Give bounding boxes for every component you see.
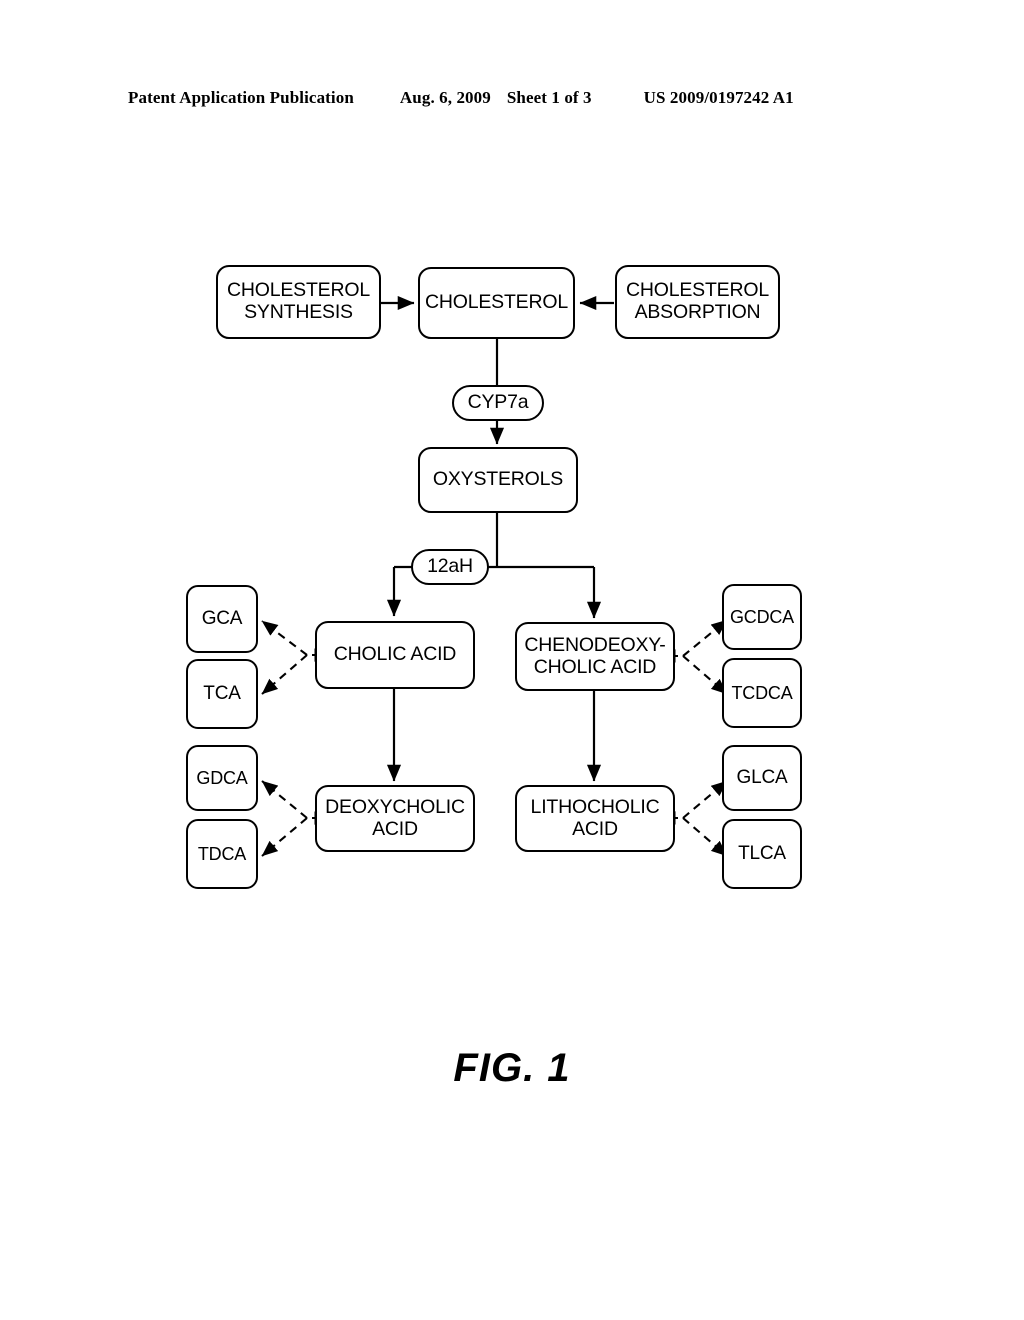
node-12ah-label: 12aH xyxy=(427,555,473,578)
node-cyp7a-label: CYP7a xyxy=(467,391,529,414)
figure-1-diagram: CHOLESTEROL SYNTHESIS CHOLESTEROL CHOLES… xyxy=(0,0,1024,1320)
node-chenodeoxycholic-acid[interactable]: CHENODEOXY- CHOLIC ACID xyxy=(515,622,675,691)
node-lithocholic-acid[interactable]: LITHOCHOLIC ACID xyxy=(515,785,675,852)
node-cyp7a[interactable]: CYP7a xyxy=(452,385,544,421)
diagram-edge-layer xyxy=(261,295,728,857)
node-deoxycholic-acid[interactable]: DEOXYCHOLIC ACID xyxy=(315,785,475,852)
edge-lithocholic-to-tlca xyxy=(682,817,728,857)
node-tlca[interactable]: TLCA xyxy=(722,819,802,889)
edge-deoxycholic-to-gdca xyxy=(261,780,308,819)
node-cholesterol-absorption[interactable]: CHOLESTEROL ABSORPTION xyxy=(615,265,780,339)
edge-chenodeoxycholic-to-tcdca xyxy=(682,655,728,695)
node-oxysterols-label: OXYSTEROLS xyxy=(432,468,564,491)
node-cholesterol-absorption-label: CHOLESTEROL ABSORPTION xyxy=(625,279,769,323)
node-tdca[interactable]: TDCA xyxy=(186,819,258,889)
node-tlca-label: TLCA xyxy=(738,843,786,865)
node-lithocholic-acid-label: LITHOCHOLIC ACID xyxy=(530,795,660,840)
node-tdca-label: TDCA xyxy=(197,843,247,864)
edge-cholic-to-tca xyxy=(261,654,308,695)
node-glca[interactable]: GLCA xyxy=(722,745,802,811)
node-tcdca[interactable]: TCDCA xyxy=(722,658,802,728)
node-tca-label: TCA xyxy=(203,683,241,705)
node-cholesterol-synthesis-label: CHOLESTEROL SYNTHESIS xyxy=(226,279,370,323)
node-chenodeoxycholic-acid-label: CHENODEOXY- CHOLIC ACID xyxy=(524,633,666,678)
node-tcdca-label: TCDCA xyxy=(731,682,793,703)
edge-chenodeoxycholic-to-gcdca xyxy=(682,619,728,657)
node-gdca-label: GDCA xyxy=(196,767,248,788)
node-12ah[interactable]: 12aH xyxy=(411,549,489,585)
node-cholesterol-synthesis[interactable]: CHOLESTEROL SYNTHESIS xyxy=(216,265,381,339)
node-tca[interactable]: TCA xyxy=(186,659,258,729)
node-cholic-acid-label: CHOLIC ACID xyxy=(333,643,457,666)
node-gca-label: GCA xyxy=(201,608,243,630)
node-gca[interactable]: GCA xyxy=(186,585,258,653)
edge-lithocholic-to-glca xyxy=(682,780,728,819)
node-cholic-acid[interactable]: CHOLIC ACID xyxy=(315,621,475,689)
node-gdca[interactable]: GDCA xyxy=(186,745,258,811)
node-cholesterol[interactable]: CHOLESTEROL xyxy=(418,267,575,339)
node-cholesterol-label: CHOLESTEROL xyxy=(424,291,568,314)
node-oxysterols[interactable]: OXYSTEROLS xyxy=(418,447,578,513)
figure-caption: FIG. 1 xyxy=(453,1046,571,1090)
node-gcdca-label: GCDCA xyxy=(729,606,794,627)
node-deoxycholic-acid-label: DEOXYCHOLIC ACID xyxy=(325,795,465,840)
node-gcdca[interactable]: GCDCA xyxy=(722,584,802,650)
edge-deoxycholic-to-tdca xyxy=(261,817,308,857)
edge-cholic-to-gca xyxy=(261,620,308,656)
node-glca-label: GLCA xyxy=(736,767,788,789)
